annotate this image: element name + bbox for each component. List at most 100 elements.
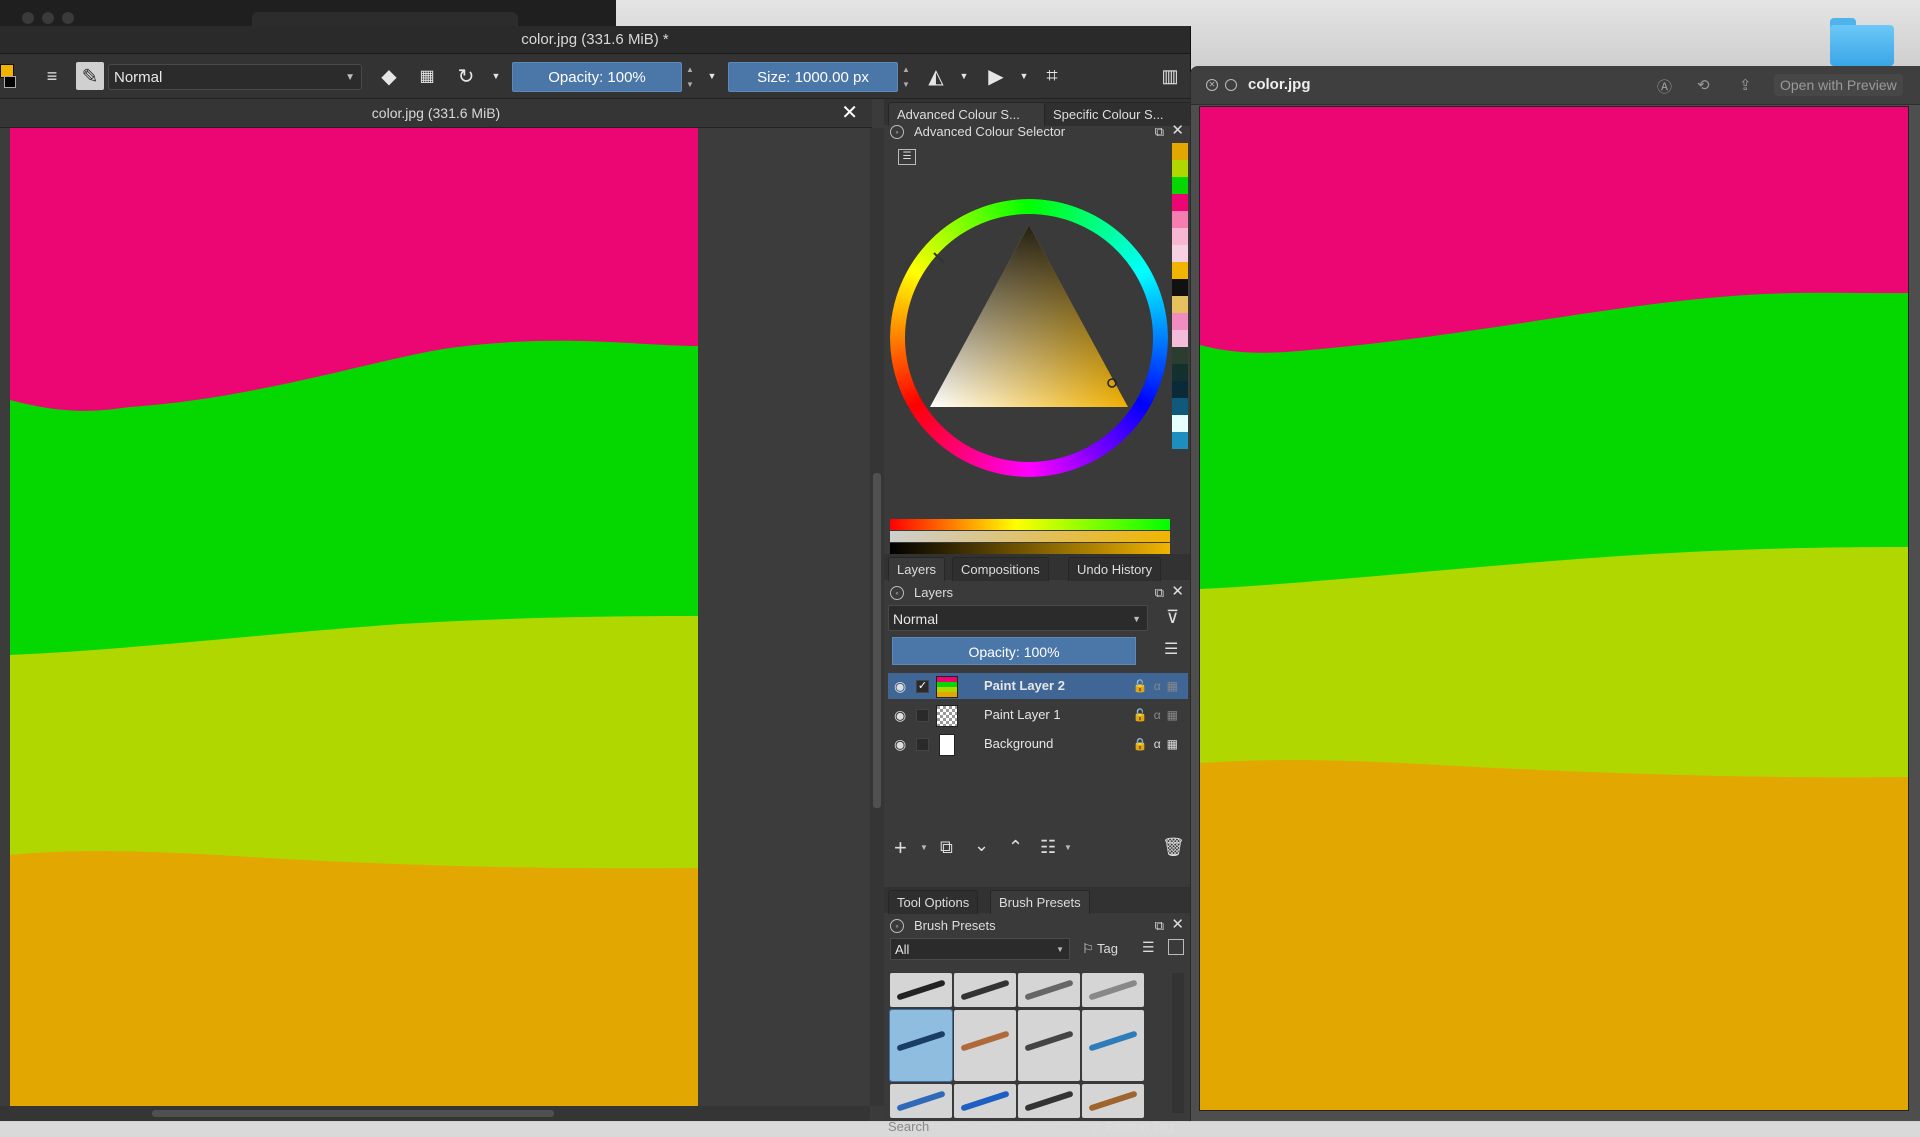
opacity-slider[interactable]: Opacity: 100% (512, 62, 682, 92)
toolbar: ≡ ✎ Normal ▼ ◆ ▦ ↻ ▼ Opacity: 100% ▲ ▼ ▼ … (0, 54, 1190, 99)
float-icon[interactable]: ⧉ (1155, 122, 1164, 142)
layer-checkbox[interactable] (916, 709, 929, 722)
brush-grid-scrollbar[interactable] (1172, 973, 1184, 1113)
crop-icon[interactable]: ⌗ (1040, 62, 1064, 90)
move-down-icon[interactable]: ⌄ (974, 835, 989, 856)
open-with-preview-button[interactable]: Open with Preview (1774, 74, 1903, 96)
filter-in-tag-label: Filter in Tag (1106, 1119, 1174, 1134)
layer-flags-icon[interactable]: 🔓α▦ (1133, 673, 1184, 699)
brush-preset-item[interactable] (890, 973, 952, 1007)
float-icon[interactable]: ⧉ (1155, 916, 1164, 936)
close-icon[interactable]: ✕ (1171, 121, 1184, 141)
share-icon[interactable]: ⇪ (1739, 76, 1752, 94)
workspace-icon[interactable]: ▥ (1158, 62, 1182, 90)
colour-wheel[interactable] (890, 199, 1168, 477)
lock-icon[interactable]: ◦ (890, 919, 904, 933)
vertical-scrollbar[interactable] (870, 128, 884, 1106)
mirror-horizontal-icon[interactable]: ◭ (924, 62, 948, 90)
tab-compositions[interactable]: Compositions (952, 557, 1049, 581)
properties-icon[interactable]: ☷ (1040, 837, 1056, 858)
eye-icon[interactable]: ◉ (894, 673, 906, 699)
close-icon[interactable]: ✕ (1171, 582, 1184, 602)
mirror-vertical-icon[interactable]: ▶ (984, 62, 1008, 90)
layers-docker-tabs: Layers Compositions Undo History (884, 554, 1190, 581)
chevron-down-icon[interactable]: ▼ (706, 62, 718, 90)
layer-checkbox[interactable] (916, 738, 929, 751)
alpha-lock-icon[interactable]: ▦ (416, 62, 438, 90)
brush-preset-item[interactable] (1018, 973, 1080, 1007)
size-spin[interactable]: ▲ ▼ (900, 62, 912, 92)
refresh-icon[interactable]: ↻ (454, 62, 478, 90)
docker-panel: Advanced Colour S... Specific Colour S..… (884, 99, 1192, 1134)
duplicate-icon[interactable]: ⧉ (940, 837, 953, 858)
document-tab-label: color.jpg (331.6 MiB) (371, 105, 501, 121)
brush-settings-icon[interactable]: ≡ (40, 62, 64, 90)
tag-button[interactable]: ⚐ Tag (1082, 938, 1132, 960)
tab-undo-history[interactable]: Undo History (1068, 557, 1162, 581)
layer-name: Background (984, 736, 1054, 751)
chevron-down-icon[interactable]: ▼ (1064, 843, 1072, 852)
blend-mode-value: Normal (114, 69, 163, 86)
brush-search-input[interactable]: Search (888, 1117, 1088, 1137)
folder-icon[interactable] (1830, 18, 1894, 66)
filter-in-tag-checkbox[interactable]: ✓ Filter in Tag (1092, 1117, 1174, 1137)
recent-colours-strip[interactable] (1172, 143, 1188, 449)
chevron-down-icon[interactable]: ▼ (920, 843, 928, 852)
brush-preset-item[interactable] (954, 973, 1016, 1007)
layer-row-background[interactable]: ◉ Background 🔒α▦ (888, 731, 1188, 757)
blend-mode-select[interactable]: Normal ▼ (108, 64, 362, 90)
brush-preset-item[interactable] (1082, 973, 1144, 1007)
tab-brush-presets[interactable]: Brush Presets (990, 890, 1090, 914)
layer-checkbox[interactable]: ✓ (916, 680, 929, 693)
menu-icon[interactable]: ☰ (1164, 639, 1178, 659)
brush-filter-select[interactable]: All ▼ (890, 938, 1070, 960)
tab-layers[interactable]: Layers (888, 557, 946, 581)
brush-preset-item[interactable] (1082, 1010, 1144, 1081)
panel-icon[interactable] (1168, 939, 1184, 955)
close-icon[interactable]: ✕ (841, 99, 858, 127)
float-icon[interactable]: ⧉ (1155, 583, 1164, 603)
horizontal-scrollbar[interactable] (0, 1106, 870, 1121)
settings-icon[interactable]: ☰ (898, 149, 916, 165)
markup-icon[interactable]: Ⓐ (1657, 76, 1672, 97)
tab-tool-options[interactable]: Tool Options (888, 890, 979, 914)
eye-icon[interactable]: ◉ (894, 731, 906, 757)
brush-preset-item[interactable] (1018, 1084, 1080, 1118)
layer-row-paint-layer-2[interactable]: ◉ ✓ Paint Layer 2 🔓α▦ (888, 673, 1188, 699)
rotate-icon[interactable]: ⟲ (1697, 76, 1710, 94)
layer-thumbnail (939, 734, 955, 756)
list-view-icon[interactable]: ☰ (1142, 939, 1155, 956)
brush-preset-item[interactable] (1082, 1084, 1144, 1118)
layer-flags-icon[interactable]: 🔓α▦ (1133, 702, 1184, 728)
brush-preset-item-selected[interactable] (889, 1009, 953, 1082)
fullscreen-icon[interactable] (1225, 79, 1237, 91)
brush-preset-item[interactable] (1018, 1010, 1080, 1081)
brush-preset-item[interactable] (954, 1010, 1016, 1081)
opacity-spin[interactable]: ▲ ▼ (684, 62, 696, 92)
brush-preset-icon[interactable]: ✎ (76, 62, 104, 90)
brush-preset-item[interactable] (890, 1084, 952, 1118)
add-icon[interactable]: + (894, 835, 907, 861)
filter-icon[interactable]: ⊽ (1166, 607, 1179, 628)
canvas-area[interactable] (0, 128, 872, 1124)
chevron-down-icon[interactable]: ▼ (490, 62, 502, 90)
lock-icon[interactable]: ◦ (890, 586, 904, 600)
move-up-icon[interactable]: ⌃ (1008, 837, 1023, 858)
eye-icon[interactable]: ◉ (894, 702, 906, 728)
size-slider[interactable]: Size: 1000.00 px (728, 62, 898, 92)
fg-bg-color-selector[interactable] (0, 64, 26, 90)
brush-preset-item[interactable] (954, 1084, 1016, 1118)
lock-icon[interactable]: ◦ (890, 125, 904, 139)
layer-blend-select[interactable]: Normal ▼ (888, 605, 1148, 631)
close-icon[interactable]: ✕ (1171, 915, 1184, 935)
canvas-image[interactable] (0, 128, 872, 1124)
chevron-down-icon[interactable]: ▼ (958, 62, 970, 90)
chevron-down-icon[interactable]: ▼ (1018, 62, 1030, 90)
lock-icon[interactable]: 🔒α▦ (1133, 731, 1184, 757)
close-icon[interactable]: ✕ (1206, 79, 1218, 91)
layer-row-paint-layer-1[interactable]: ◉ Paint Layer 1 🔓α▦ (888, 702, 1188, 728)
eraser-icon[interactable]: ◆ (378, 62, 400, 90)
document-tab[interactable]: color.jpg (331.6 MiB) ✕ (0, 99, 872, 128)
layer-opacity-slider[interactable]: Opacity: 100% (892, 637, 1136, 665)
trash-icon[interactable]: 🗑 (1162, 837, 1185, 858)
